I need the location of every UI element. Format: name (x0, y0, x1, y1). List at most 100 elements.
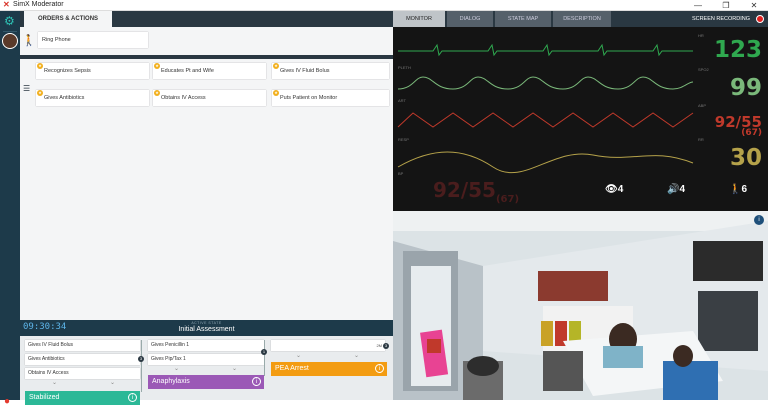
patient-monitor: PLETH ART RESP BP HR SPO2 ABP RR 123 99 … (393, 27, 768, 211)
nibp-text: 92/55 (433, 178, 496, 202)
order-label: Puts Patient on Monitor (280, 95, 338, 101)
right-tabbar: MONITOR DIALOG STATE MAP DESCRIPTION SCR… (393, 11, 768, 27)
rr-label: RR (698, 137, 704, 142)
tab-dialog[interactable]: DIALOG (447, 11, 493, 27)
star-icon: ★ (37, 63, 43, 69)
info-icon[interactable]: i (252, 377, 261, 386)
speaker-counter: 🔊4 (667, 184, 685, 195)
connector-dot: 1 (261, 349, 267, 355)
chevron-down-icon: ⌄ (354, 353, 360, 359)
order-card[interactable]: ★ Gives Antibiotics (36, 90, 149, 106)
art-label: ART (398, 98, 406, 103)
transition-item[interactable]: Gives Pip/Tax 1 (148, 354, 264, 365)
resp-label: RESP (398, 137, 409, 142)
abp-waveform (397, 112, 694, 128)
nibp-map-text: (67) (495, 194, 520, 205)
window-titlebar: ✕ SimX Moderator — ❐ ✕ (0, 0, 768, 11)
section-divider (20, 55, 393, 59)
rr-value: 30 (729, 145, 762, 171)
connector-dot: 3 (383, 343, 389, 349)
transition-item[interactable]: Gives IV Fluid Bolus (25, 340, 140, 351)
tab-state-map[interactable]: STATE MAP (495, 11, 551, 27)
close-button[interactable]: ✕ (740, 0, 768, 11)
gear-icon[interactable]: ⚙ (4, 15, 16, 27)
x-logo-icon: ✕ (3, 0, 10, 9)
transition-item[interactable]: 2M (271, 340, 385, 351)
eye-icon: 👁 (605, 184, 618, 195)
transition-item[interactable]: Obtains IV Access (25, 368, 140, 379)
connector-line (141, 340, 142, 392)
walking-person-icon: 🚶 (22, 35, 36, 47)
tab-description[interactable]: DESCRIPTION (553, 11, 611, 27)
hr-value: 123 (713, 37, 762, 63)
eye-counter: 👁4 (605, 184, 623, 195)
eye-count: 4 (617, 184, 624, 195)
state-header: 09:30:34 ACTIVE STATE Initial Assessment (20, 320, 393, 336)
queued-action-card[interactable]: Ring Phone (38, 32, 148, 48)
order-label: Gives Antibiotics (44, 95, 85, 101)
star-icon: ★ (273, 63, 279, 69)
transition-time: 2M (376, 343, 382, 348)
chevron-down-icon: ⌄ (296, 353, 302, 359)
connector-dot: 3 (138, 356, 144, 362)
right-panel: MONITOR DIALOG STATE MAP DESCRIPTION SCR… (393, 11, 768, 400)
connector-line (264, 340, 265, 376)
window-title: SimX Moderator (13, 1, 64, 8)
state-badge-anaphylaxis[interactable]: Anaphylaxis i (148, 375, 264, 389)
spo2-label: SPO2 (698, 67, 709, 72)
state-badge-pea-arrest[interactable]: PEA Arrest i (271, 362, 387, 376)
walking-person-icon: 🚶 (729, 184, 742, 195)
order-label: Gives IV Fluid Bolus (280, 68, 330, 74)
record-button[interactable] (756, 15, 764, 23)
active-state-name: Initial Assessment (178, 326, 235, 333)
nibp-value: 92/55(67) (433, 178, 519, 205)
info-icon[interactable]: i (375, 364, 384, 373)
abp-label: ABP (698, 103, 707, 108)
order-label: Educates Pt and Wife (161, 68, 214, 74)
chevron-down-icon: ⌄ (174, 366, 180, 372)
minimize-button[interactable]: — (684, 0, 712, 11)
resp-waveform (397, 151, 694, 173)
hr-label: HR (698, 33, 704, 38)
speaker-count: 4 (679, 184, 686, 195)
chevron-down-icon: ⌄ (232, 366, 238, 372)
order-label: Obtains IV Access (161, 95, 206, 101)
order-label: Recognizes Sepsis (44, 68, 91, 74)
star-icon: ★ (273, 90, 279, 96)
star-icon: ★ (154, 63, 160, 69)
screen-recording-label: SCREEN RECORDING (691, 16, 750, 22)
sidebar-divider (3, 31, 17, 32)
order-card[interactable]: ★ Obtains IV Access (153, 90, 266, 106)
order-card[interactable]: ★ Gives IV Fluid Bolus (272, 63, 389, 79)
order-card[interactable]: ★ Recognizes Sepsis (36, 63, 149, 79)
chevron-down-icon: ⌄ (52, 380, 58, 386)
bp-label: BP (398, 171, 404, 176)
pleth-label: PLETH (398, 65, 411, 70)
abp-map-value: (67) (741, 128, 762, 138)
sidebar: ⚙ ● (0, 11, 20, 407)
order-card[interactable]: ★ Puts Patient on Monitor (272, 90, 389, 106)
speaker-icon: 🔊 (667, 184, 680, 195)
star-icon: ★ (154, 90, 160, 96)
tab-monitor[interactable]: MONITOR (393, 11, 445, 27)
state-badge-stabilized[interactable]: Stabilized i (25, 391, 140, 405)
info-icon[interactable]: i (754, 215, 764, 225)
maximize-button[interactable]: ❐ (712, 0, 740, 11)
avatar[interactable] (2, 33, 18, 49)
person-alert-icon[interactable]: ● (4, 397, 14, 407)
chevron-down-icon: ⌄ (110, 380, 116, 386)
state-badge-label: PEA Arrest (275, 365, 309, 372)
hospital-room-render (393, 211, 768, 400)
transition-item[interactable]: Gives Antibiotics (25, 354, 140, 365)
simulation-scene[interactable]: i (393, 211, 768, 400)
active-state-label: ACTIVE STATE (191, 321, 222, 325)
spo2-waveform (397, 76, 694, 90)
tab-orders-actions[interactable]: ORDERS & ACTIONS (24, 11, 112, 27)
orders-header: ORDERS & ACTIONS (20, 11, 393, 27)
walking-count: 6 (741, 184, 748, 195)
spo2-value: 99 (729, 75, 762, 101)
order-card[interactable]: ★ Educates Pt and Wife (153, 63, 266, 79)
info-icon[interactable]: i (128, 393, 137, 402)
star-icon: ★ (37, 90, 43, 96)
transition-item[interactable]: Gives Penicillin 1 (148, 340, 264, 351)
